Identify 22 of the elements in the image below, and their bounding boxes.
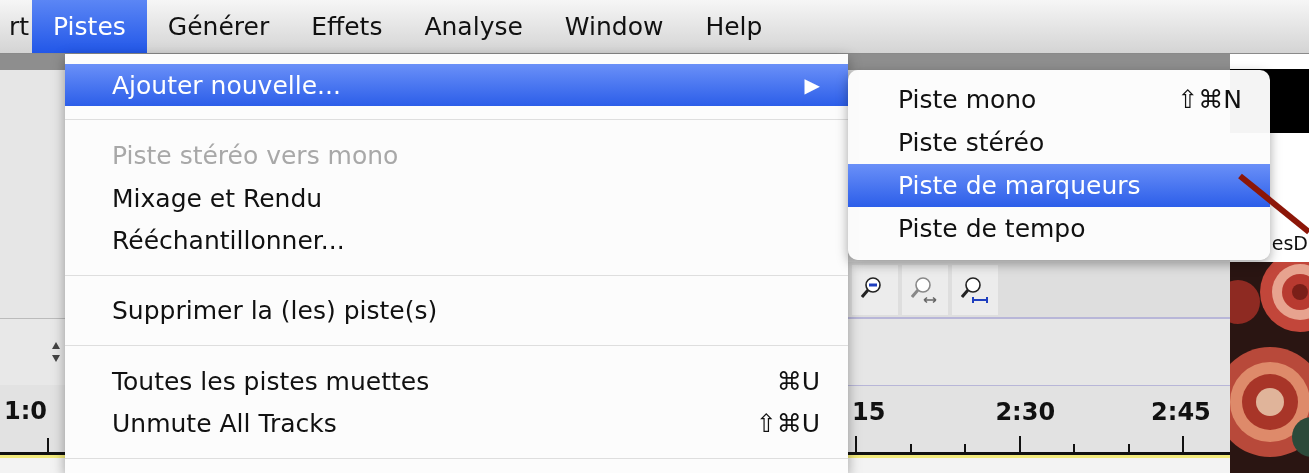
menu-bar-item[interactable]: Générer [146, 0, 291, 53]
menu-item[interactable]: Piste stéréo [848, 121, 1270, 164]
menu-item[interactable]: Rééchantillonner... [65, 219, 848, 262]
panel-label: esD [1271, 232, 1308, 254]
ruler-label: 15 [852, 398, 886, 426]
menu-item[interactable]: Unmute All Tracks ⇧⌘U [65, 402, 848, 445]
menu-item[interactable]: Supprimer la (les) piste(s) [65, 289, 848, 333]
menu-item[interactable]: Piste de tempo [848, 207, 1270, 250]
ruler-label: 2:30 [995, 398, 1056, 426]
menu-bar-item[interactable]: rt [0, 0, 33, 53]
menu-bar-item[interactable]: Effets [290, 0, 404, 53]
menu-bar-item[interactable]: Pistes [32, 0, 147, 53]
menu-item[interactable]: Mixage et Rendu [65, 176, 848, 220]
menu-item[interactable]: Ajouter nouvelle... ▶ [65, 64, 848, 107]
menu-item[interactable]: Piste de marqueurs [848, 164, 1270, 207]
menu-bar-item[interactable]: Window [543, 0, 685, 53]
menu-bar-item[interactable]: Help [684, 0, 784, 53]
menu-item[interactable]: Toutes les pistes muettes ⌘U [65, 360, 848, 403]
ruler-label: 2:45 [1151, 398, 1211, 426]
ruler-label: 1:0 [4, 397, 47, 425]
menu-item[interactable]: Piste mono ⇧⌘N [848, 78, 1270, 121]
menu-bar-item[interactable]: Analyse [403, 0, 544, 53]
